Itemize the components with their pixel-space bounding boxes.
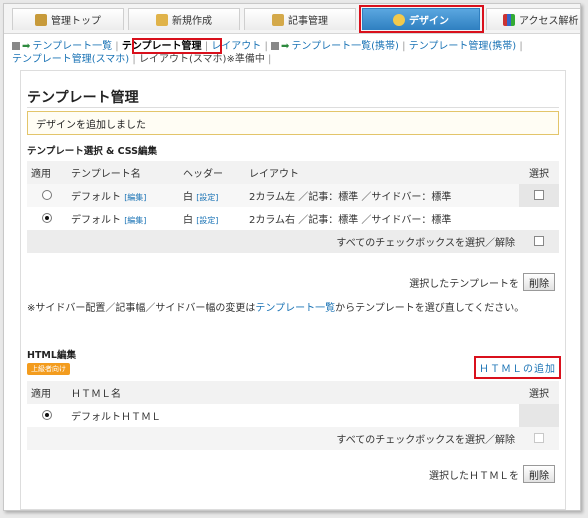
html-action-row: 選択したＨＴＭＬを 削除 [429,465,555,483]
template-name: デフォルト [71,192,121,203]
col-select: 選択 [529,389,549,400]
add-html-link[interactable]: ＨＴＭＬの追加 [474,356,561,379]
edit-link[interactable]: [編集] [124,216,146,225]
tab-admin-top[interactable]: 管理トップ [12,8,124,30]
layout-value: 2カラム右 ／記事：標準 ／サイドバー：標準 [249,215,452,226]
col-apply: 適用 [31,389,51,400]
link-template-manage-mobile[interactable]: テンプレート管理(携帯) [409,41,517,52]
delete-html-button[interactable]: 削除 [523,465,555,483]
template-manage-highlight [132,38,222,54]
sidebar-note: ※サイドバー配置／記事幅／サイドバー幅の変更はテンプレート一覧からテンプレートを… [27,303,525,314]
link-layout-smartphone: レイアウト(スマホ)※準備中 [138,54,265,65]
template-radio[interactable] [42,190,52,200]
html-section-title: HTML編集 [27,350,76,361]
col-select: 選択 [529,169,549,180]
window: 管理トップ 新規作成 記事管理 デザイン アクセス解析 ➡ テンプレート一覧 | … [3,3,581,511]
template-radio[interactable] [42,213,52,223]
success-notice: デザインを追加しました [27,111,559,135]
layout-value: 2カラム左 ／記事：標準 ／サイドバー：標準 [249,192,452,203]
table-row: デフォルト [編集] 白 [設定] 2カラム左 ／記事：標準 ／サイドバー：標準 [27,184,559,207]
col-layout: レイアウト [249,169,299,180]
template-section-title: テンプレート選択 & CSS編集 [27,146,158,157]
mobile-icon [271,42,280,50]
select-all-row: すべてのチェックボックスを選択／解除 [27,230,559,253]
select-all-checkbox[interactable] [534,433,544,443]
setting-link[interactable]: [設定] [196,193,218,202]
link-template-manage-smartphone[interactable]: テンプレート管理(スマホ) [12,54,129,65]
title-divider [27,107,559,108]
link-template-list-note[interactable]: テンプレート一覧 [255,303,335,314]
home-icon [35,13,47,26]
tab-article-manage[interactable]: 記事管理 [244,8,356,30]
header-value: 白 [183,215,193,226]
arrow-right-icon: ➡ [22,41,31,52]
table-row: デフォルトＨＴＭＬ [27,404,559,427]
selected-html-label: 選択したＨＴＭＬを [429,470,519,482]
page-title: テンプレート管理 [27,90,139,106]
col-html-name: ＨＴＭＬ名 [71,389,121,400]
select-checkbox[interactable] [534,190,544,200]
header-value: 白 [183,192,193,203]
select-all-label: すべてのチェックボックスを選択／解除 [336,435,515,446]
html-name: デフォルトＨＴＭＬ [71,412,161,423]
html-table: 適用 ＨＴＭＬ名 選択 デフォルトＨＴＭＬ すべてのチェックボックスを選択／解除 [27,381,559,450]
link-template-list-mobile[interactable]: テンプレート一覧(携帯) [291,41,399,52]
tab-new-post[interactable]: 新規作成 [128,8,240,30]
select-all-row: すべてのチェックボックスを選択／解除 [27,427,559,450]
selected-template-label: 選択したテンプレートを [409,278,519,290]
select-all-checkbox[interactable] [534,236,544,246]
square-icon [12,42,20,50]
table-row: デフォルト [編集] 白 [設定] 2カラム右 ／記事：標準 ／サイドバー：標準 [27,207,559,230]
col-template-name: テンプレート名 [71,169,141,180]
document-icon [272,13,284,26]
link-template-list[interactable]: テンプレート一覧 [32,41,112,52]
bar-chart-icon [503,13,515,26]
html-radio[interactable] [42,410,52,420]
col-header: ヘッダー [183,169,223,180]
edit-link[interactable]: [編集] [124,193,146,202]
template-name: デフォルト [71,215,121,226]
pencil-icon [156,13,168,26]
template-table: 適用 テンプレート名 ヘッダー レイアウト 選択 デフォルト [編集] 白 [設… [27,161,559,253]
advanced-badge: 上級者向け [27,363,70,375]
setting-link[interactable]: [設定] [196,216,218,225]
top-navigation: 管理トップ 新規作成 記事管理 デザイン アクセス解析 [4,4,580,34]
arrow-right-icon: ➡ [281,41,290,52]
design-tab-highlight [359,5,484,33]
sub-navigation: ➡ テンプレート一覧 | テンプレート管理 | レイアウト | ➡ テンプレート一覧… [12,38,577,66]
select-all-label: すべてのチェックボックスを選択／解除 [336,238,515,249]
template-action-row: 選択したテンプレートを 削除 [409,273,555,291]
main-content: テンプレート管理 デザインを追加しました テンプレート選択 & CSS編集 適用… [20,70,566,510]
tab-access-analytics[interactable]: アクセス解析 [486,8,580,30]
col-apply: 適用 [31,169,51,180]
delete-template-button[interactable]: 削除 [523,273,555,291]
